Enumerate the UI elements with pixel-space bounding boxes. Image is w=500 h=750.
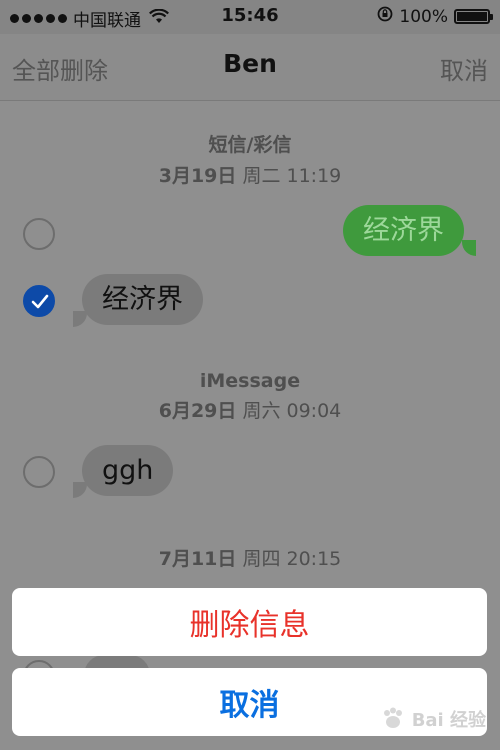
timestamp-time: 周六 09:04 xyxy=(242,400,342,422)
bubble-tail xyxy=(73,482,87,498)
outgoing-message-bubble[interactable]: 经济界 xyxy=(343,205,464,256)
timestamp: 3月19日 周二 11:19 xyxy=(0,161,500,188)
thread-header: iMessage 6月29日 周六 09:04 xyxy=(0,370,500,423)
incoming-message-bubble[interactable]: 经济界 xyxy=(82,274,203,325)
paw-logo-icon xyxy=(383,707,402,728)
service-label: 短信/彩信 xyxy=(208,134,292,156)
battery-icon xyxy=(454,9,493,24)
timestamp: 6月29日 周六 09:04 xyxy=(0,396,500,423)
watermark-text: Bai 经验 xyxy=(411,710,486,731)
rotation-lock-icon xyxy=(377,6,393,27)
conversation-title: Ben xyxy=(223,49,277,78)
service-label: iMessage xyxy=(199,370,301,392)
nav-cancel-button[interactable]: 取消 xyxy=(440,51,488,86)
select-circle[interactable] xyxy=(23,218,55,250)
timestamp-time: 周四 20:15 xyxy=(242,548,342,570)
battery-level-fill xyxy=(457,12,487,21)
bubble-tail xyxy=(462,240,476,256)
battery-percentage: 100% xyxy=(399,6,448,27)
status-right: 100% xyxy=(377,6,493,27)
timestamp-time: 周二 11:19 xyxy=(242,165,342,187)
timestamp-date: 3月19日 xyxy=(158,165,237,187)
incoming-message-bubble[interactable]: ggh xyxy=(82,445,174,496)
timestamp: 7月11日 周四 20:15 xyxy=(0,544,500,571)
navigation-bar: 全部删除 Ben 取消 xyxy=(0,34,500,101)
select-circle-checked[interactable] xyxy=(23,285,55,317)
timestamp-date: 7月11日 xyxy=(158,548,237,570)
delete-message-button[interactable]: 删除信息 xyxy=(12,588,487,656)
status-bar: 中国联通 15:46 100% xyxy=(0,0,500,34)
select-circle[interactable] xyxy=(23,456,55,488)
watermark: Bai 经验 xyxy=(380,706,486,732)
checkmark-icon xyxy=(31,294,49,309)
timestamp-date: 6月29日 xyxy=(158,400,237,422)
thread-header: 7月11日 周四 20:15 xyxy=(0,540,500,571)
bubble-tail xyxy=(73,311,87,327)
thread-header: 短信/彩信 3月19日 周二 11:19 xyxy=(0,130,500,188)
